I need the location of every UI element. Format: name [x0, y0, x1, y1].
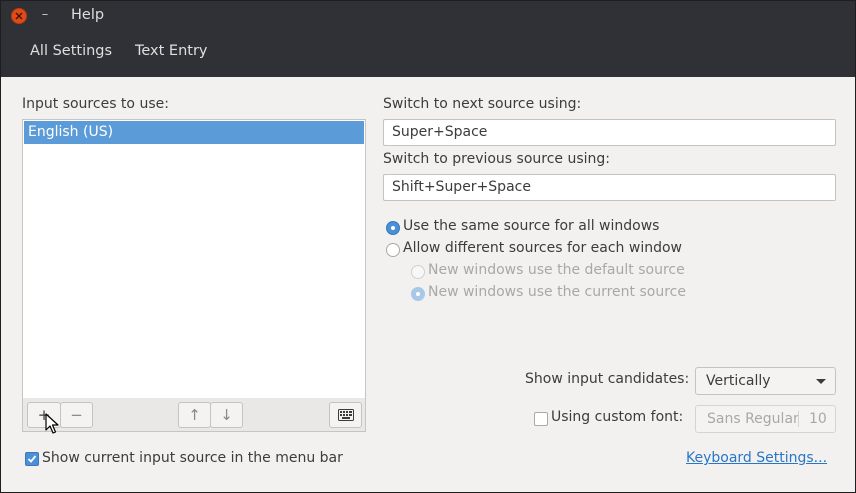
show-indicator-checkbox[interactable]	[25, 452, 39, 466]
title-bar: – Help All Settings Text Entry	[1, 1, 855, 77]
tab-all-settings[interactable]: All Settings	[30, 43, 112, 59]
previous-source-shortcut-field[interactable]: Shift+Super+Space	[383, 174, 836, 201]
show-indicator-label: Show current input source in the menu ba…	[42, 450, 343, 466]
same-source-label: Use the same source for all windows	[403, 218, 660, 234]
input-sources-label: Input sources to use:	[22, 96, 169, 112]
new-windows-default-label: New windows use the default source	[428, 262, 685, 278]
move-down-button[interactable]: ↓	[210, 402, 243, 428]
font-divider	[798, 411, 799, 427]
next-source-label: Switch to next source using:	[383, 96, 582, 112]
different-sources-label: Allow different sources for each window	[403, 240, 682, 256]
custom-font-label: Using custom font:	[551, 409, 684, 425]
next-source-shortcut-field[interactable]: Super+Space	[383, 119, 836, 146]
keyboard-icon	[337, 409, 354, 421]
chevron-down-icon	[816, 379, 826, 384]
close-window-button[interactable]	[11, 8, 27, 24]
input-sources-toolbar: + − ↑ ↓	[22, 398, 366, 432]
new-windows-current-radio[interactable]	[411, 287, 425, 301]
keyboard-settings-link[interactable]: Keyboard Settings...	[686, 450, 827, 466]
menu-help[interactable]: Help	[71, 7, 104, 23]
different-sources-radio[interactable]	[386, 243, 400, 257]
settings-window: – Help All Settings Text Entry Input sou…	[0, 0, 856, 493]
same-source-radio[interactable]	[386, 221, 400, 235]
font-chooser-button[interactable]: Sans Regular 10	[695, 405, 836, 433]
input-candidates-label: Show input candidates:	[525, 371, 690, 387]
move-up-button[interactable]: ↑	[178, 402, 211, 428]
checkmark-icon	[27, 455, 37, 463]
new-windows-default-radio[interactable]	[411, 265, 425, 279]
font-name: Sans Regular	[707, 411, 799, 427]
mouse-pointer-icon	[45, 413, 59, 434]
remove-source-button[interactable]: −	[60, 402, 93, 428]
close-icon	[15, 12, 23, 20]
font-size: 10	[809, 411, 827, 427]
new-windows-current-label: New windows use the current source	[428, 284, 686, 300]
custom-font-checkbox[interactable]	[534, 412, 548, 426]
minimize-window-button[interactable]: –	[39, 7, 51, 23]
input-candidates-value: Vertically	[706, 373, 771, 389]
input-sources-list[interactable]: English (US)	[22, 119, 366, 399]
keyboard-layout-button[interactable]	[329, 402, 362, 428]
input-candidates-dropdown[interactable]: Vertically	[695, 367, 836, 395]
previous-source-label: Switch to previous source using:	[383, 151, 611, 167]
list-item-selected[interactable]: English (US)	[24, 121, 364, 144]
tab-text-entry[interactable]: Text Entry	[135, 43, 208, 59]
